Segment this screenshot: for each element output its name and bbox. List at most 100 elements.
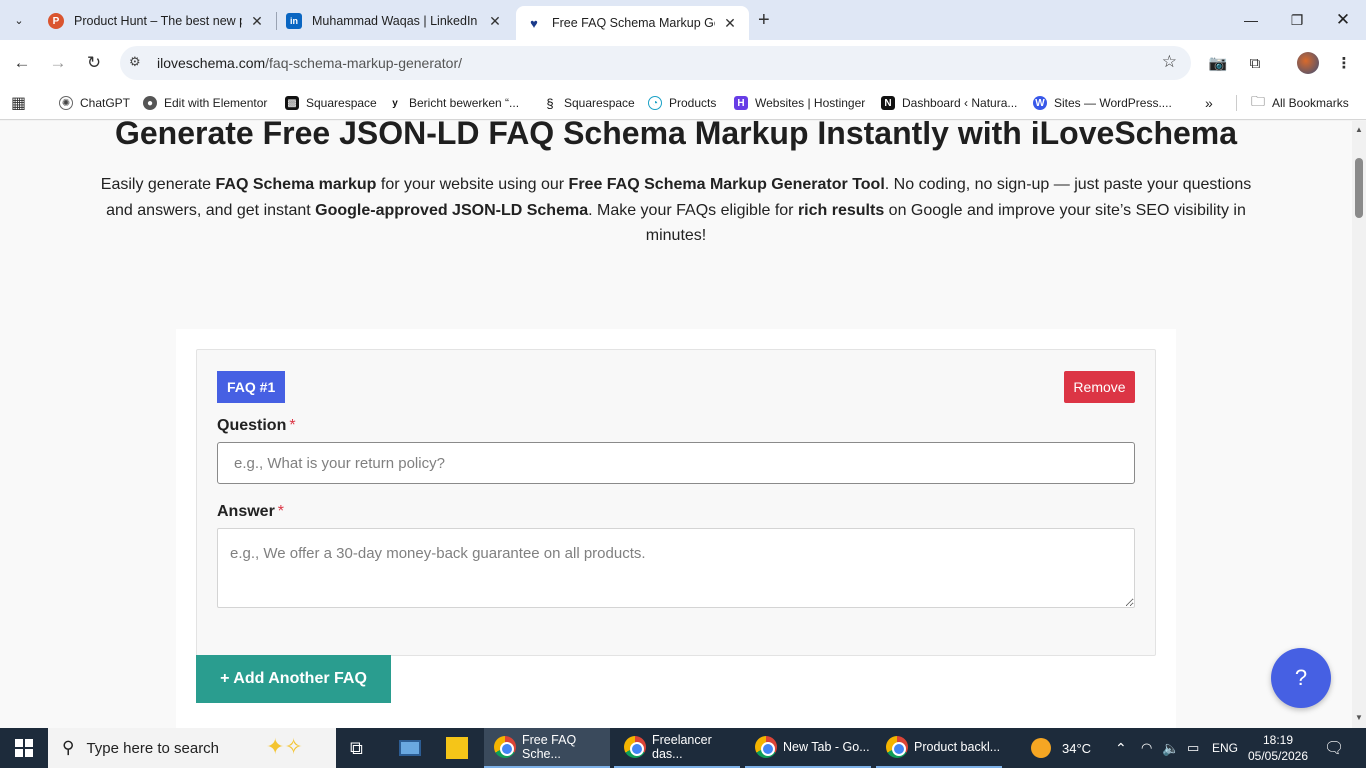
language-indicator[interactable]: ENG [1212, 728, 1238, 768]
faq-number-badge: FAQ #1 [217, 371, 286, 403]
answer-label: Answer * [217, 503, 284, 521]
bookmark-dashboard[interactable]: N Dashboard ‹ Natura... [881, 93, 1017, 113]
notifications-icon[interactable]: 🗨 [1324, 728, 1344, 768]
bookmark-label: Sites — WordPress.... [1054, 96, 1172, 110]
all-bookmarks-label: All Bookmarks [1272, 96, 1349, 110]
extensions-puzzle-icon[interactable]: ⧉ [1244, 52, 1266, 74]
remove-faq-button[interactable]: Remove [1064, 371, 1135, 403]
bookmark-bericht[interactable]: y Bericht bewerken “... [388, 93, 519, 113]
bookmark-label: Squarespace [306, 96, 377, 110]
clock[interactable]: 18:19 05/05/2026 [1247, 728, 1309, 768]
add-another-faq-button[interactable]: + Add Another FAQ [196, 655, 391, 703]
forward-arrow-icon[interactable]: → [46, 51, 70, 75]
bookmark-squarespace-1[interactable]: ▩ Squarespace [285, 93, 377, 113]
minimize-icon[interactable]: — [1228, 0, 1274, 40]
squarespace-icon: § [543, 96, 557, 111]
task-label: Product backl... [914, 740, 1001, 754]
bookmark-products[interactable]: ◔ Products [648, 93, 716, 113]
more-bookmarks-chevron-icon[interactable]: » [1205, 93, 1213, 113]
wordpress-icon: W [1033, 96, 1047, 110]
network-icon[interactable]: ◠ [1141, 728, 1152, 768]
yoast-icon: y [388, 96, 402, 110]
tab-product-hunt[interactable]: P Product Hunt – The best new p ✕ [38, 6, 276, 36]
windows-start-button[interactable] [0, 728, 48, 768]
question-label: Question * [217, 417, 296, 435]
new-tab-plus-icon[interactable]: + [758, 9, 770, 31]
restore-icon[interactable]: ❐ [1274, 0, 1320, 40]
page-title: Generate Free JSON-LD FAQ Schema Markup … [114, 121, 1238, 151]
bookmark-star-icon[interactable]: ☆ [1162, 52, 1177, 72]
battery-icon[interactable]: ▭ [1187, 728, 1199, 768]
product-hunt-favicon-icon: P [48, 13, 64, 29]
tab-linkedin[interactable]: in Muhammad Waqas | LinkedIn ✕ [276, 6, 514, 36]
intro-bold: FAQ Schema markup [215, 176, 377, 193]
show-hidden-icons-chevron-icon[interactable]: ⌃ [1115, 728, 1127, 768]
windows-taskbar: ⚲ Type here to search ✦✧ ⧉ Free FAQ Sche… [0, 728, 1366, 768]
weather-widget[interactable]: 34°C [1031, 728, 1091, 768]
scrollbar-thumb[interactable] [1355, 158, 1363, 218]
reload-icon[interactable]: ↻ [82, 51, 106, 75]
notion-icon: N [881, 96, 895, 110]
sticky-notes-icon[interactable] [446, 728, 468, 768]
apps-grid-icon[interactable]: ▦ [11, 93, 26, 113]
close-window-icon[interactable]: ✕ [1320, 0, 1366, 40]
squarespace-icon: ▩ [285, 96, 299, 110]
tab-close-icon[interactable]: ✕ [248, 13, 266, 30]
menu-kebab-icon[interactable]: ⋮ [1333, 52, 1355, 74]
screenshot-camera-icon[interactable]: 📷 [1207, 52, 1229, 74]
taskbar-chrome-freelancer[interactable]: Freelancer das... [614, 728, 740, 768]
task-view-icon[interactable]: ⧉ [350, 728, 363, 768]
clock-date: 05/05/2026 [1247, 749, 1309, 763]
profile-avatar[interactable] [1297, 52, 1319, 74]
volume-icon[interactable]: 🔈 [1162, 728, 1179, 768]
answer-textarea[interactable] [217, 528, 1135, 608]
bookmark-squarespace-2[interactable]: § Squarespace [543, 93, 635, 113]
bookmark-label: Bericht bewerken “... [409, 96, 520, 110]
tab-title: Product Hunt – The best new p [74, 14, 242, 28]
help-button[interactable]: ? [1271, 648, 1331, 708]
address-bar[interactable]: ⚙ iloveschema.com/faq-schema-markup-gene… [120, 46, 1191, 80]
intro-bold: rich results [797, 201, 885, 219]
site-settings-icon[interactable]: ⚙ [129, 54, 141, 70]
all-bookmarks-button[interactable]: 🗀 All Bookmarks [1251, 93, 1349, 113]
page-intro: Easily generate FAQ Schema markup for yo… [100, 172, 1252, 249]
linkedin-favicon-icon: in [286, 13, 302, 29]
taskbar-chrome-faq[interactable]: Free FAQ Sche... [484, 728, 610, 768]
scroll-up-arrow-icon[interactable]: ▲ [1355, 125, 1363, 134]
bookmark-elementor[interactable]: ● Edit with Elementor [143, 93, 267, 113]
page-scrollbar[interactable]: ▲ ▼ [1352, 121, 1366, 728]
tab-faq-schema[interactable]: ♥ Free FAQ Schema Markup Gene ✕ [516, 6, 749, 40]
bookmark-chatgpt[interactable]: ✺ ChatGPT [59, 93, 130, 113]
bookmark-hostinger[interactable]: H Websites | Hostinger [734, 93, 865, 113]
bookmarks-divider [1236, 95, 1237, 111]
intro-text: Easily generate [100, 176, 216, 193]
chrome-icon [755, 736, 777, 758]
chrome-icon [886, 736, 908, 758]
taskbar-chrome-product[interactable]: Product backl... [876, 728, 1002, 768]
chrome-icon [624, 736, 646, 758]
search-icon: ⚲ [62, 738, 75, 757]
weather-temp: 34°C [1062, 740, 1092, 756]
laptop-app-icon[interactable] [399, 728, 421, 768]
scroll-down-arrow-icon[interactable]: ▼ [1355, 713, 1363, 722]
required-asterisk: * [289, 417, 296, 434]
url-text[interactable]: iloveschema.com/faq-schema-markup-genera… [157, 55, 462, 71]
chatgpt-icon: ✺ [59, 96, 73, 110]
browser-tab-strip: ⌄ P Product Hunt – The best new p ✕ in M… [0, 0, 1366, 40]
question-input[interactable] [217, 442, 1135, 484]
taskbar-chrome-newtab[interactable]: New Tab - Go... [745, 728, 871, 768]
sparkle-icon: ✦✧ [266, 734, 303, 759]
tab-close-icon[interactable]: ✕ [721, 15, 739, 32]
bookmark-label: Squarespace [564, 96, 635, 110]
tab-close-icon[interactable]: ✕ [486, 13, 504, 30]
tab-search-chevron-icon[interactable]: ⌄ [7, 8, 31, 32]
tab-title: Free FAQ Schema Markup Gene [552, 16, 715, 30]
clock-time: 18:19 [1262, 733, 1294, 747]
back-arrow-icon[interactable]: ← [10, 51, 34, 75]
task-label: New Tab - Go... [783, 740, 870, 754]
bookmark-label: ChatGPT [80, 96, 131, 110]
taskbar-search-box[interactable]: ⚲ Type here to search ✦✧ [48, 728, 336, 768]
browser-toolbar: ← → ↻ ⚙ iloveschema.com/faq-schema-marku… [0, 40, 1366, 86]
bookmark-wordpress[interactable]: W Sites — WordPress.... [1033, 93, 1172, 113]
search-placeholder: Type here to search [86, 739, 220, 757]
